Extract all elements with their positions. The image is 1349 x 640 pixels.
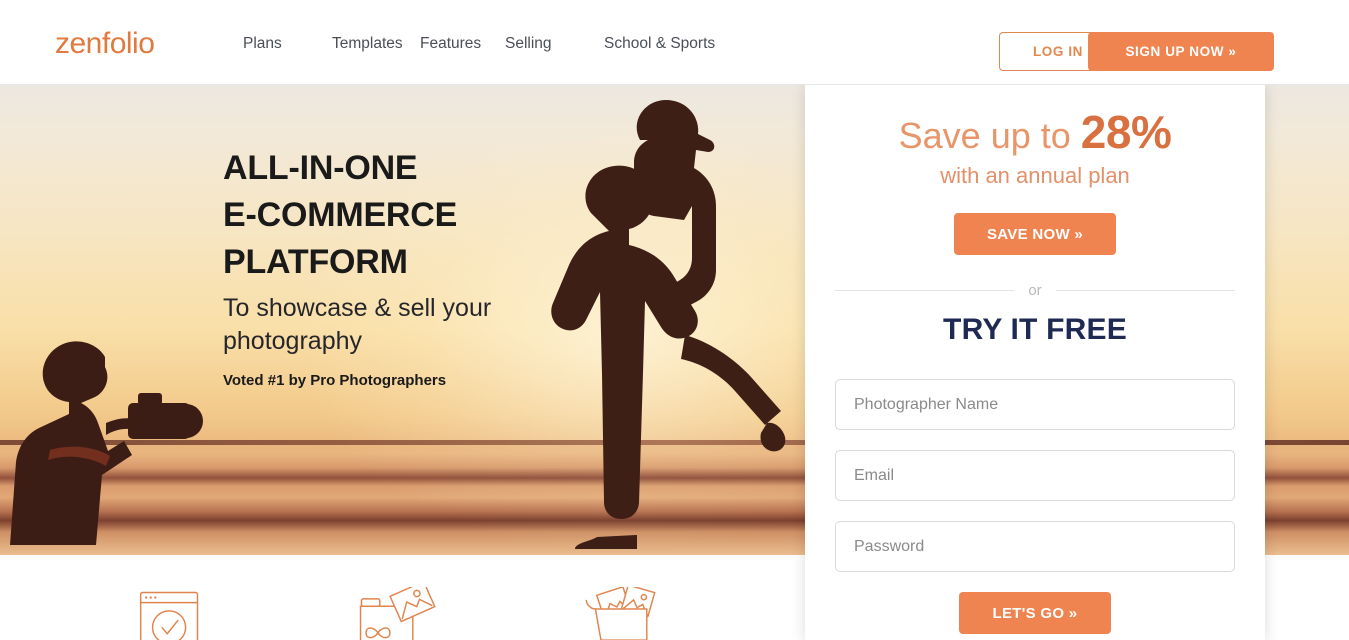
nav-item-templates[interactable]: Templates bbox=[332, 35, 420, 53]
annual-plan-note: with an annual plan bbox=[940, 163, 1130, 188]
lets-go-submit-button[interactable]: LET'S GO » bbox=[959, 592, 1111, 634]
zenfolio-logo[interactable]: zenfolio bbox=[55, 27, 155, 61]
hero-voted-badge: Voted #1 by Pro Photographers bbox=[223, 372, 447, 389]
password-input[interactable] bbox=[835, 521, 1235, 572]
divider-line-right bbox=[1055, 290, 1235, 291]
divider-line-left bbox=[835, 290, 1015, 291]
hero-headline-line-2: E-COMMERCE bbox=[223, 196, 458, 234]
nav-item-school-and-sports[interactable]: School & Sports bbox=[604, 35, 744, 53]
save-now-button[interactable]: SAVE NOW » bbox=[954, 213, 1116, 255]
or-divider-label: or bbox=[1028, 282, 1042, 299]
hero-headline-line-3: PLATFORM bbox=[223, 243, 408, 281]
photographer-silhouette bbox=[10, 341, 203, 545]
nav-item-selling[interactable]: Selling bbox=[505, 35, 604, 53]
browser-window-check-icon bbox=[139, 591, 199, 640]
email-input[interactable] bbox=[835, 450, 1235, 501]
hero-headline: ALL-IN-ONE E-COMMERCE PLATFORM bbox=[223, 145, 491, 286]
save-headline-prefix: Save up to bbox=[898, 115, 1081, 156]
hero-subheadline: To showcase & sell your photography bbox=[223, 292, 491, 358]
hero-text-block: ALL-IN-ONE E-COMMERCE PLATFORM To showca… bbox=[223, 145, 491, 389]
try-it-free-title: TRY IT FREE bbox=[943, 313, 1127, 346]
feature-icon-strip bbox=[0, 555, 805, 640]
site-header: zenfolio Plans Templates Features Sellin… bbox=[0, 0, 1349, 85]
hero-subheadline-line-2: photography bbox=[223, 327, 363, 355]
nav-item-plans[interactable]: Plans bbox=[243, 35, 332, 53]
hero-subheadline-line-1: To showcase & sell your bbox=[223, 294, 492, 322]
save-headline: Save up to 28% bbox=[805, 105, 1265, 159]
landing-page: zenfolio Plans Templates Features Sellin… bbox=[0, 0, 1349, 640]
couple-silhouette bbox=[551, 100, 786, 549]
save-headline-percent: 28% bbox=[1080, 106, 1172, 158]
signup-panel: Save up to 28% with an annual plan SAVE … bbox=[805, 85, 1265, 640]
sign-up-now-button[interactable]: SIGN UP NOW » bbox=[1088, 32, 1274, 71]
folder-infinity-photos-icon bbox=[359, 587, 436, 640]
hero-headline-line-1: ALL-IN-ONE bbox=[223, 149, 418, 187]
or-divider: or bbox=[835, 282, 1235, 299]
nav-item-features[interactable]: Features bbox=[420, 35, 505, 53]
shopping-cart-photos-icon bbox=[585, 587, 656, 640]
main-navigation: Plans Templates Features Selling School … bbox=[243, 35, 744, 53]
photographer-name-input[interactable] bbox=[835, 379, 1235, 430]
